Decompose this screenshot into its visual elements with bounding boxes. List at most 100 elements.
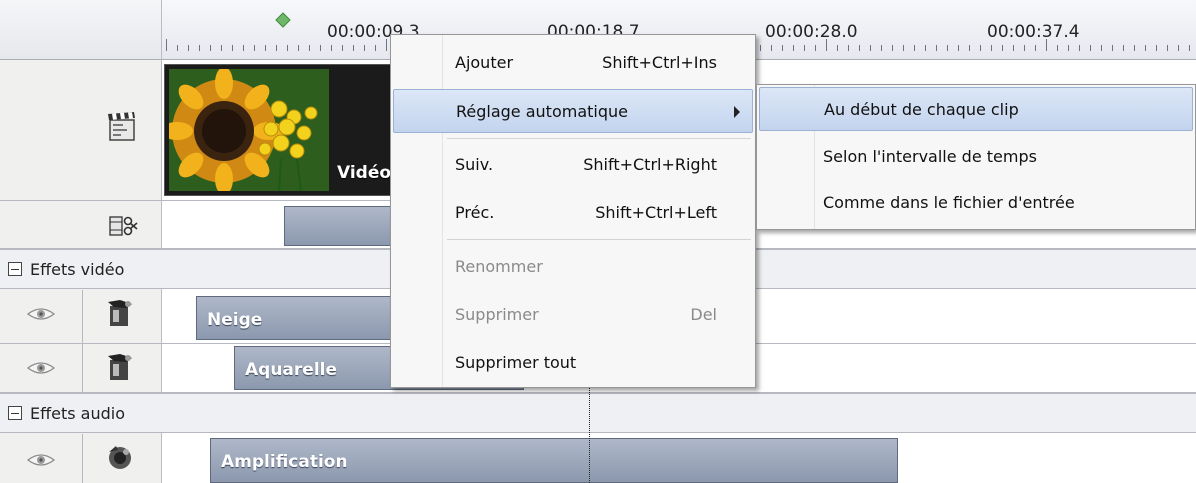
menu-item-delete: Supprimer Del (393, 293, 753, 337)
menu-item-label: Suiv. (455, 155, 494, 174)
ruler-tick (1068, 45, 1069, 51)
menu-item-label: Ajouter (455, 53, 514, 72)
ruler-tick (166, 39, 167, 51)
ruler-tick (903, 45, 904, 51)
context-menu: Ajouter Shift+Ctrl+Ins Réglage automatiq… (390, 34, 756, 388)
ruler-tick (1090, 45, 1091, 51)
ruler-tick (342, 45, 343, 51)
ruler-tick (1123, 45, 1124, 51)
divider (82, 434, 83, 483)
ruler-tick (188, 45, 189, 51)
submenu-item-label: Au début de chaque clip (824, 100, 1019, 119)
ruler-tick (1145, 45, 1146, 51)
ruler-time-label: 00:00:28.0 (765, 22, 858, 42)
audio-effect-clip[interactable]: Amplification (210, 438, 898, 483)
playhead-line (589, 388, 590, 483)
collapse-icon[interactable] (8, 406, 22, 420)
menu-separator (447, 138, 751, 139)
ruler-tick (760, 45, 761, 51)
ruler-tick (925, 45, 926, 51)
ruler-tick (1079, 45, 1080, 51)
video-thumbnail-image (169, 69, 329, 191)
effect-icon (108, 300, 132, 326)
audio-effect-icon (109, 446, 131, 469)
ruler-tick (881, 45, 882, 51)
effect-clip[interactable]: Neige (196, 296, 392, 340)
menu-item-label: Réglage automatique (456, 102, 628, 121)
menu-item-shortcut: Shift+Ctrl+Ins (602, 53, 717, 72)
ruler-tick (804, 45, 805, 51)
ruler-tick (232, 45, 233, 51)
ruler-tick (793, 45, 794, 51)
ruler-tick (1178, 45, 1179, 51)
ruler-tick (276, 45, 277, 51)
ruler-tick (991, 45, 992, 51)
eye-icon[interactable] (26, 306, 56, 322)
menu-item-auto-adjust[interactable]: Réglage automatique (393, 89, 753, 133)
ruler-tick (870, 45, 871, 51)
menu-item-rename: Renommer (393, 245, 753, 289)
ruler-tick (815, 45, 816, 51)
ruler-tick (287, 45, 288, 51)
menu-item-add[interactable]: Ajouter Shift+Ctrl+Ins (393, 41, 753, 85)
menu-item-label: Supprimer (455, 305, 539, 324)
ruler-tick (375, 45, 376, 51)
section-title: Effets vidéo (30, 260, 125, 279)
transition-clip[interactable] (284, 206, 404, 246)
video-clip[interactable]: Vidéo (164, 64, 404, 196)
menu-item-delete-all[interactable]: Supprimer tout (393, 341, 753, 385)
ruler-tick (309, 45, 310, 51)
menu-item-shortcut: Shift+Ctrl+Right (583, 155, 717, 174)
effect-clip-label: Aquarelle (245, 360, 337, 380)
submenu-item-label: Comme dans le fichier d'entrée (823, 193, 1075, 212)
ruler-tick (958, 45, 959, 51)
menu-item-label: Supprimer tout (455, 353, 577, 372)
ruler-tick (947, 45, 948, 51)
playhead-marker-icon[interactable] (275, 12, 291, 28)
ruler-tick (1057, 45, 1058, 51)
ruler-tick (936, 45, 937, 51)
scissors-film-icon (109, 216, 138, 236)
ruler-tick (298, 45, 299, 51)
ruler-tick (980, 45, 981, 51)
ruler-tick (1002, 45, 1003, 51)
ruler-tick (386, 39, 387, 51)
menu-item-label: Renommer (455, 257, 543, 276)
ruler-tick (331, 45, 332, 51)
ruler-tick (1134, 45, 1135, 51)
video-clip-label: Vidéo (337, 163, 392, 183)
collapse-icon[interactable] (8, 262, 22, 276)
ruler-tick (1167, 45, 1168, 51)
eye-icon[interactable] (26, 360, 56, 376)
divider (82, 290, 83, 393)
menu-item-previous[interactable]: Préc. Shift+Ctrl+Left (393, 191, 753, 235)
ruler-tick (353, 45, 354, 51)
ruler-tick (1156, 45, 1157, 51)
ruler-tick (1112, 45, 1113, 51)
eye-icon[interactable] (26, 452, 56, 468)
audio-effect-clip-label: Amplification (221, 452, 348, 472)
ruler-tick (1024, 45, 1025, 51)
menu-item-shortcut: Shift+Ctrl+Left (595, 203, 717, 222)
ruler-tick (969, 45, 970, 51)
clapperboard-icon (108, 112, 135, 141)
submenu-item-start-of-each-clip[interactable]: Au début de chaque clip (759, 87, 1193, 131)
ruler-tick (848, 45, 849, 51)
ruler-tick (914, 45, 915, 51)
ruler-tick (1046, 39, 1047, 51)
submenu-item-as-input-file[interactable]: Comme dans le fichier d'entrée (759, 181, 1193, 225)
ruler-tick (1101, 45, 1102, 51)
section-title: Effets audio (30, 404, 126, 423)
menu-item-shortcut: Del (690, 305, 717, 324)
effect-clip-label: Neige (207, 310, 263, 330)
ruler-tick (859, 45, 860, 51)
submenu-item-time-interval[interactable]: Selon l'intervalle de temps (759, 135, 1193, 179)
ruler-tick (1013, 45, 1014, 51)
ruler-tick (1189, 45, 1190, 51)
ruler-tick (243, 45, 244, 51)
menu-item-next[interactable]: Suiv. Shift+Ctrl+Right (393, 143, 753, 187)
submenu-arrow-icon (734, 106, 740, 118)
ruler-tick (782, 45, 783, 51)
audio-effects-section[interactable]: Effets audio (0, 393, 1196, 433)
submenu-item-label: Selon l'intervalle de temps (823, 147, 1037, 166)
